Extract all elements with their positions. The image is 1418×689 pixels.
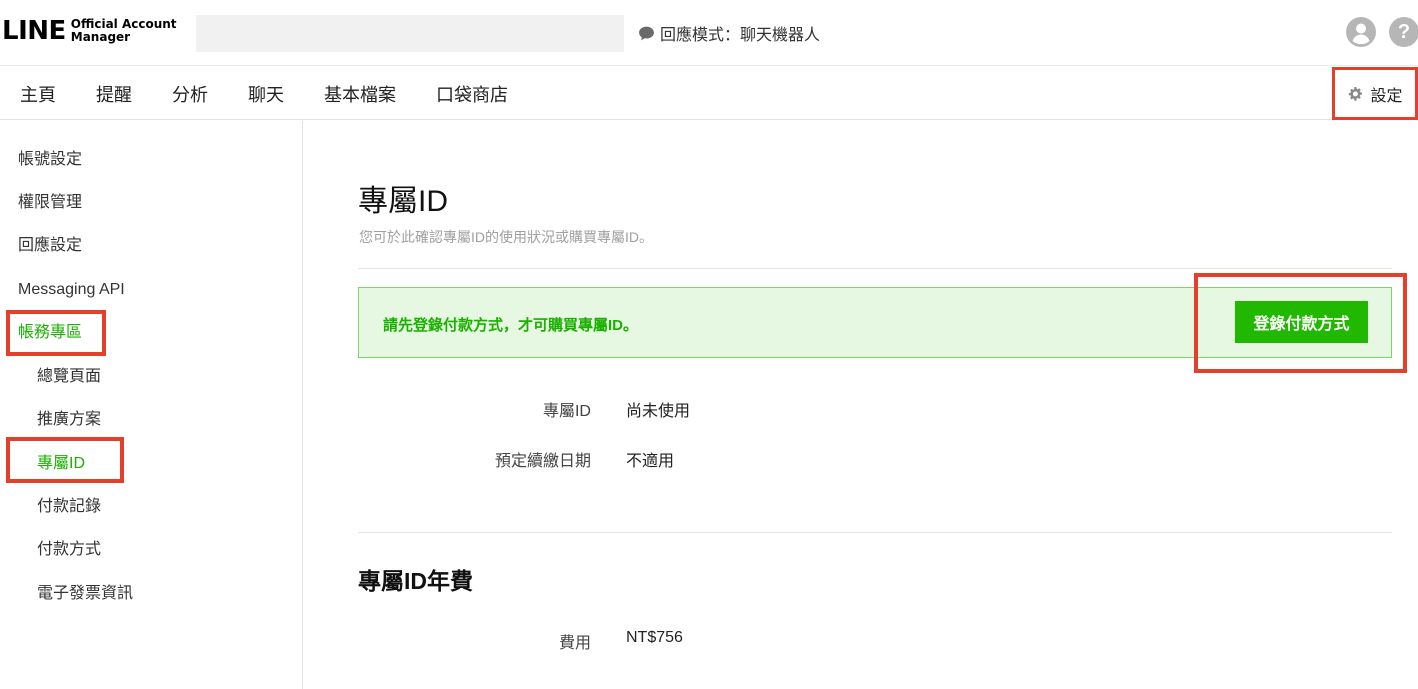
sidebar-item-permissions[interactable]: 權限管理 [18, 193, 82, 213]
divider [358, 268, 1392, 269]
tab-chat[interactable]: 聊天 [248, 81, 284, 107]
fee-label: 費用 [558, 635, 591, 652]
highlight-box-billing [6, 310, 106, 356]
settings-label: 設定 [1370, 87, 1403, 105]
sidebar-item-response-settings[interactable]: 回應設定 [18, 236, 82, 256]
account-search-input[interactable] [196, 15, 624, 52]
notice-text: 請先登錄付款方式，才可購買專屬ID。 [383, 317, 639, 334]
sidebar-item-payment-methods[interactable]: 付款方式 [37, 540, 101, 560]
sidebar-item-payment-history[interactable]: 付款記錄 [37, 497, 101, 517]
page-description: 您可於此確認專屬ID的使用狀況或購買專屬ID。 [359, 229, 653, 245]
divider [358, 532, 1392, 533]
renewal-date-value: 不適用 [626, 453, 675, 470]
nav-tabs: 主頁 提醒 分析 聊天 基本檔案 口袋商店 [20, 67, 548, 120]
sidebar-item-account-settings[interactable]: 帳號設定 [18, 150, 82, 170]
tab-pocket-shop[interactable]: 口袋商店 [436, 81, 508, 107]
page-title: 專屬ID [358, 185, 448, 218]
main-nav: 主頁 提醒 分析 聊天 基本檔案 口袋商店 設定 [0, 67, 1418, 120]
line-logo[interactable]: LINE Official Account Manager [2, 14, 177, 48]
logo-subtitle-line-2: Manager [70, 30, 131, 44]
logo-main-text: LINE [2, 16, 66, 46]
tab-profile[interactable]: 基本檔案 [324, 81, 396, 107]
help-icon[interactable]: ? [1389, 17, 1418, 47]
settings-button[interactable]: 設定 [1332, 67, 1418, 120]
tab-home[interactable]: 主頁 [20, 81, 56, 107]
response-mode[interactable]: 回應模式：聊天機器人 [638, 22, 820, 44]
logo-subtitle: Official Account Manager [71, 18, 177, 44]
highlight-box-register-button [1194, 273, 1407, 373]
tab-notifications[interactable]: 提醒 [96, 81, 132, 107]
gear-icon [1349, 86, 1363, 101]
sidebar-item-plans[interactable]: 推廣方案 [37, 410, 101, 430]
response-mode-text: 回應模式：聊天機器人 [660, 27, 821, 44]
sidebar: 帳號設定 權限管理 回應設定 Messaging API 帳務專區 總覽頁面 推… [0, 121, 303, 689]
top-header: LINE Official Account Manager 回應模式：聊天機器人… [0, 0, 1418, 66]
tab-analytics[interactable]: 分析 [172, 81, 208, 107]
chat-bubble-icon [639, 26, 654, 40]
sidebar-item-e-invoice[interactable]: 電子發票資訊 [37, 584, 133, 604]
user-avatar-icon[interactable] [1346, 17, 1376, 47]
sidebar-item-messaging-api[interactable]: Messaging API [18, 280, 125, 300]
highlight-box-premium-id [6, 437, 124, 483]
sidebar-item-overview[interactable]: 總覽頁面 [37, 367, 101, 387]
fee-value: NT$756 [626, 629, 683, 646]
renewal-date-label: 預定續繳日期 [494, 453, 591, 470]
main-content: 專屬ID 您可於此確認專屬ID的使用狀況或購買專屬ID。 請先登錄付款方式，才可… [304, 121, 1418, 689]
fee-section-title: 專屬ID年費 [358, 568, 473, 594]
premium-id-label: 專屬ID [542, 403, 591, 420]
premium-id-value: 尚未使用 [626, 403, 691, 420]
